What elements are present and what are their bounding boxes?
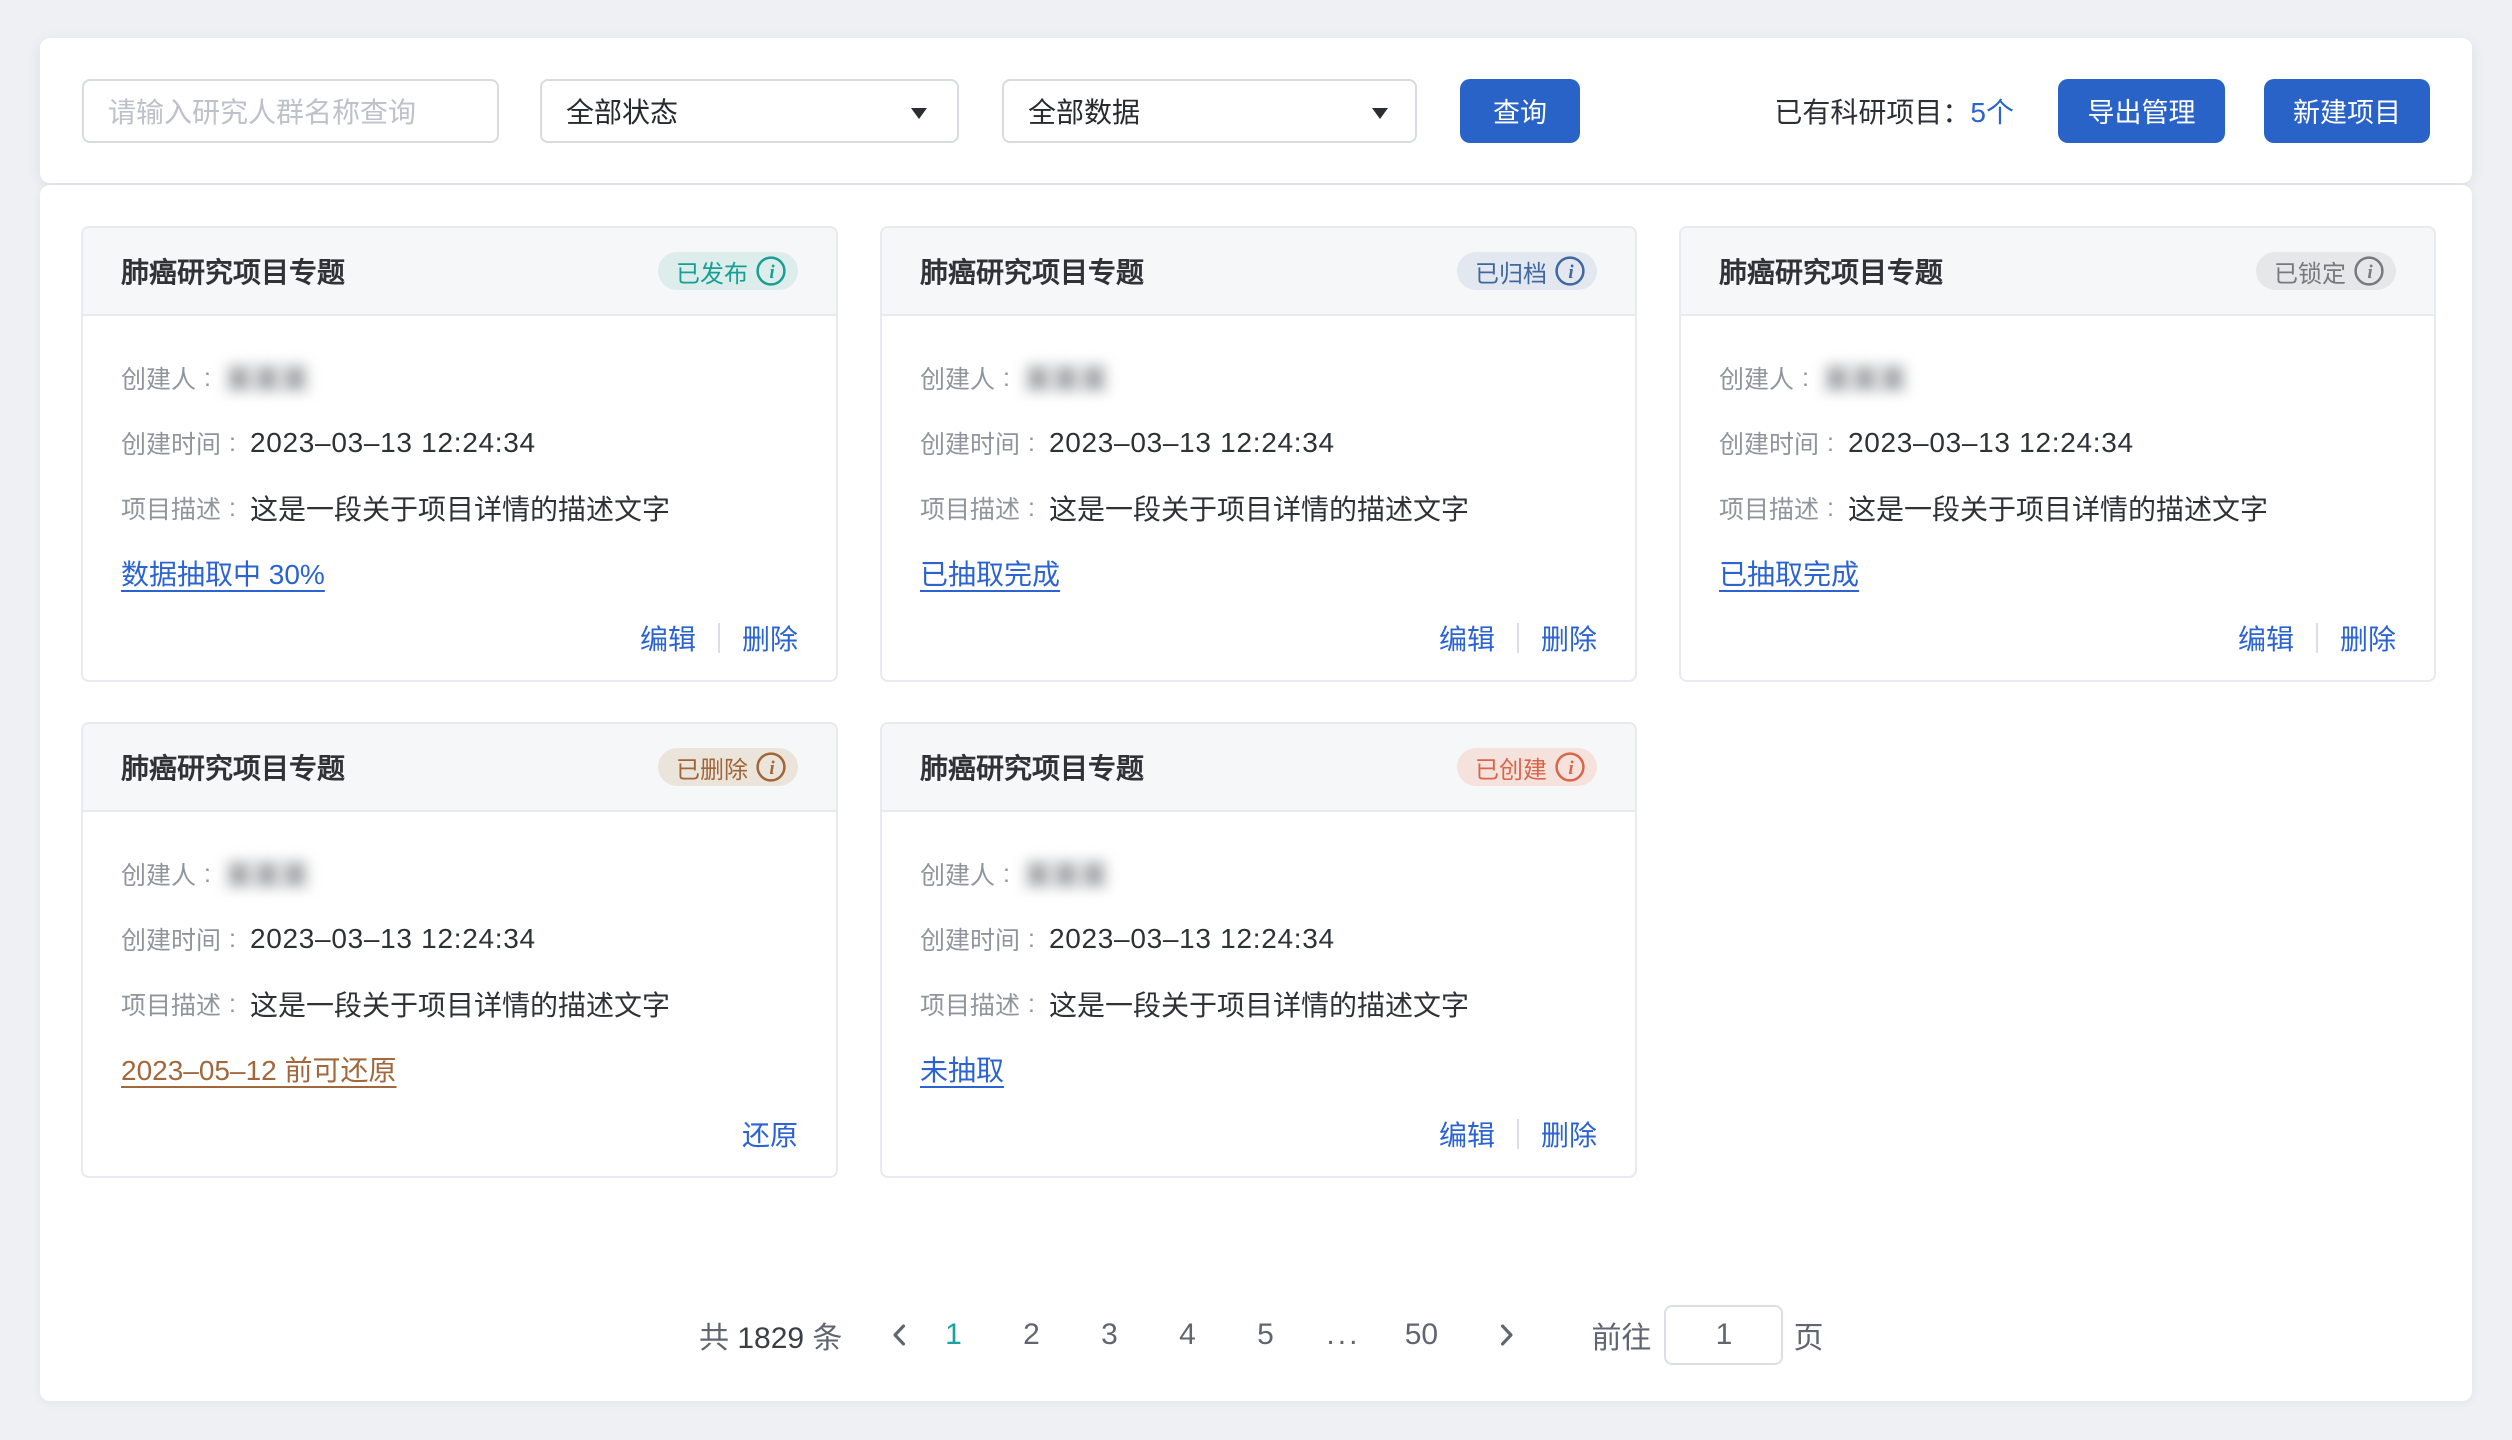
svg-text:i: i [2367,262,2373,283]
svg-text:i: i [769,758,775,779]
svg-text:i: i [1568,262,1574,283]
svg-text:i: i [769,262,775,283]
svg-text:i: i [1568,758,1574,779]
